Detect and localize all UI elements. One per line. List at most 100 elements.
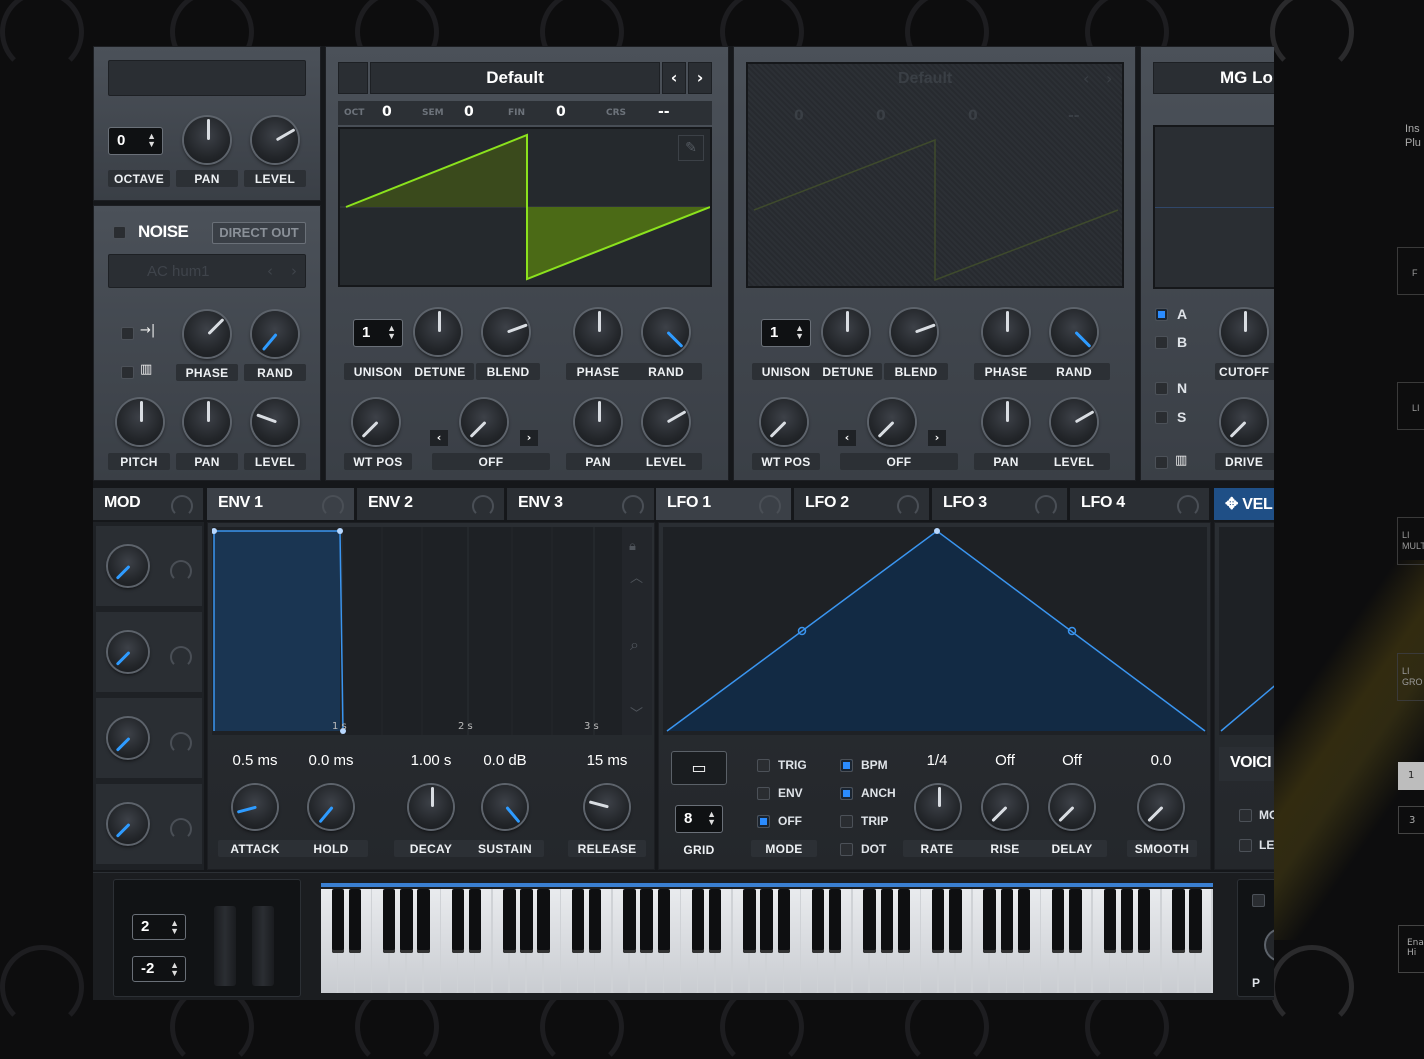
- pitch-wheel[interactable]: [214, 906, 236, 986]
- black-key[interactable]: [1120, 889, 1134, 953]
- mod-source-icon[interactable]: [759, 495, 781, 517]
- black-key[interactable]: [1000, 889, 1013, 953]
- tab-lfo3[interactable]: LFO 3: [932, 488, 1068, 520]
- osc-b-level-knob[interactable]: [1051, 399, 1097, 445]
- mod-slot[interactable]: [96, 784, 202, 864]
- filter-cutoff-knob[interactable]: [1221, 309, 1267, 355]
- mod-source-icon[interactable]: [322, 495, 344, 517]
- noise-rand-knob[interactable]: [252, 311, 298, 357]
- black-key[interactable]: [588, 889, 602, 953]
- black-key[interactable]: [743, 889, 756, 953]
- black-key[interactable]: [640, 889, 653, 953]
- anch-checkbox[interactable]: [840, 787, 853, 800]
- chevron-left-icon[interactable]: ‹: [430, 430, 448, 446]
- mod-source-icon[interactable]: [472, 495, 494, 517]
- side-item[interactable]: LI: [1397, 382, 1424, 430]
- osc-a-wavetable-display[interactable]: ✎: [338, 127, 712, 287]
- noise-sample-display[interactable]: AC hum1 ‹ ›: [108, 254, 306, 288]
- velocity-graph[interactable]: [1219, 527, 1274, 735]
- black-key[interactable]: [1069, 889, 1082, 953]
- osc-a-wtpos-knob[interactable]: [353, 399, 399, 445]
- mod-slot[interactable]: [96, 698, 202, 778]
- sub-pan-knob[interactable]: [184, 117, 230, 163]
- trip-checkbox[interactable]: [840, 815, 853, 828]
- side-item[interactable]: F: [1397, 247, 1424, 295]
- fin-value[interactable]: 0: [556, 104, 566, 120]
- black-key[interactable]: [691, 889, 705, 953]
- crs-value[interactable]: --: [658, 104, 670, 120]
- mod-slot-knob[interactable]: [108, 546, 148, 586]
- noise-enable-checkbox[interactable]: [113, 226, 126, 239]
- mod-source-icon[interactable]: [897, 495, 919, 517]
- black-key[interactable]: [1189, 889, 1202, 953]
- folder-icon[interactable]: ▭: [671, 751, 727, 785]
- mode-trig-checkbox[interactable]: [757, 759, 770, 772]
- black-key[interactable]: [657, 889, 670, 953]
- osc-b-disabled-display[interactable]: Default ‹ › 0 0 0 --: [746, 62, 1124, 288]
- black-key[interactable]: [709, 889, 722, 953]
- osc-a-rand-knob[interactable]: [643, 309, 689, 355]
- pitch-up-stepper[interactable]: 2 ▲ ▼: [132, 914, 186, 940]
- chevron-left-icon[interactable]: ‹: [662, 62, 686, 94]
- noise-pitch-knob[interactable]: [117, 399, 163, 445]
- black-key[interactable]: [623, 889, 636, 953]
- mode-env-checkbox[interactable]: [757, 787, 770, 800]
- side-item[interactable]: LI MULT: [1397, 517, 1424, 565]
- pitch-down-stepper[interactable]: -2 ▲ ▼: [132, 956, 186, 982]
- lfo-graph[interactable]: [663, 527, 1207, 735]
- tab-mod[interactable]: MOD: [93, 488, 204, 520]
- mod-source-icon[interactable]: [1177, 495, 1199, 517]
- piano-keyboard[interactable]: [321, 889, 1213, 993]
- black-key[interactable]: [777, 889, 790, 953]
- mode-off-checkbox[interactable]: [757, 815, 770, 828]
- osc-a-blend-knob[interactable]: [483, 309, 529, 355]
- chevron-right-icon[interactable]: ›: [928, 430, 946, 446]
- black-key[interactable]: [451, 889, 465, 953]
- dot-checkbox[interactable]: [840, 843, 853, 856]
- side-num-button[interactable]: 1: [1398, 762, 1424, 790]
- black-key[interactable]: [1052, 889, 1065, 953]
- black-key[interactable]: [417, 889, 430, 953]
- tab-lfo1[interactable]: LFO 1: [656, 488, 792, 520]
- tab-env1[interactable]: ENV 1: [207, 488, 355, 520]
- filter-route-s-checkbox[interactable]: [1155, 411, 1168, 424]
- noise-phase-knob[interactable]: [184, 311, 230, 357]
- black-key[interactable]: [880, 889, 893, 953]
- osc-b-pan-knob[interactable]: [983, 399, 1029, 445]
- osc-b-detune-knob[interactable]: [823, 309, 869, 355]
- black-key[interactable]: [863, 889, 876, 953]
- noise-level-knob[interactable]: [252, 399, 298, 445]
- chevron-right-icon[interactable]: ›: [688, 62, 712, 94]
- black-key[interactable]: [503, 889, 516, 953]
- lock-icon[interactable]: 🔒︎: [629, 539, 636, 554]
- chevron-right-icon[interactable]: ›: [520, 430, 538, 446]
- tab-env2[interactable]: ENV 2: [357, 488, 505, 520]
- black-key[interactable]: [537, 889, 550, 953]
- osc-a-phase-knob[interactable]: [575, 309, 621, 355]
- hold-knob[interactable]: [309, 785, 353, 829]
- tab-lfo2[interactable]: LFO 2: [794, 488, 930, 520]
- osc-a-enable[interactable]: [338, 62, 368, 94]
- warp-mode-label[interactable]: OFF: [432, 455, 550, 469]
- filter-route-a-checkbox[interactable]: [1155, 308, 1168, 321]
- decay-knob[interactable]: [409, 785, 453, 829]
- black-key[interactable]: [897, 889, 911, 953]
- sub-level-knob[interactable]: [252, 117, 298, 163]
- lfo-grid-stepper[interactable]: 8 ▲ ▼: [675, 805, 723, 833]
- mod-source-icon[interactable]: [1035, 495, 1057, 517]
- mod-slot-knob[interactable]: [108, 804, 148, 844]
- black-key[interactable]: [1103, 889, 1116, 953]
- chevron-left-icon[interactable]: ‹: [1083, 69, 1089, 88]
- octave-stepper[interactable]: 0 ▲ ▼: [108, 127, 163, 155]
- mod-wheel[interactable]: [252, 906, 274, 986]
- filter-route-b-checkbox[interactable]: [1155, 336, 1168, 349]
- black-key[interactable]: [348, 889, 362, 953]
- oct-value[interactable]: 0: [382, 104, 392, 120]
- mod-slot[interactable]: [96, 526, 202, 606]
- black-key[interactable]: [949, 889, 962, 953]
- osc-a-warp-knob[interactable]: [461, 399, 507, 445]
- black-key[interactable]: [811, 889, 825, 953]
- mod-slot[interactable]: [96, 612, 202, 692]
- smooth-knob[interactable]: [1139, 785, 1183, 829]
- filter-drive-knob[interactable]: [1221, 399, 1267, 445]
